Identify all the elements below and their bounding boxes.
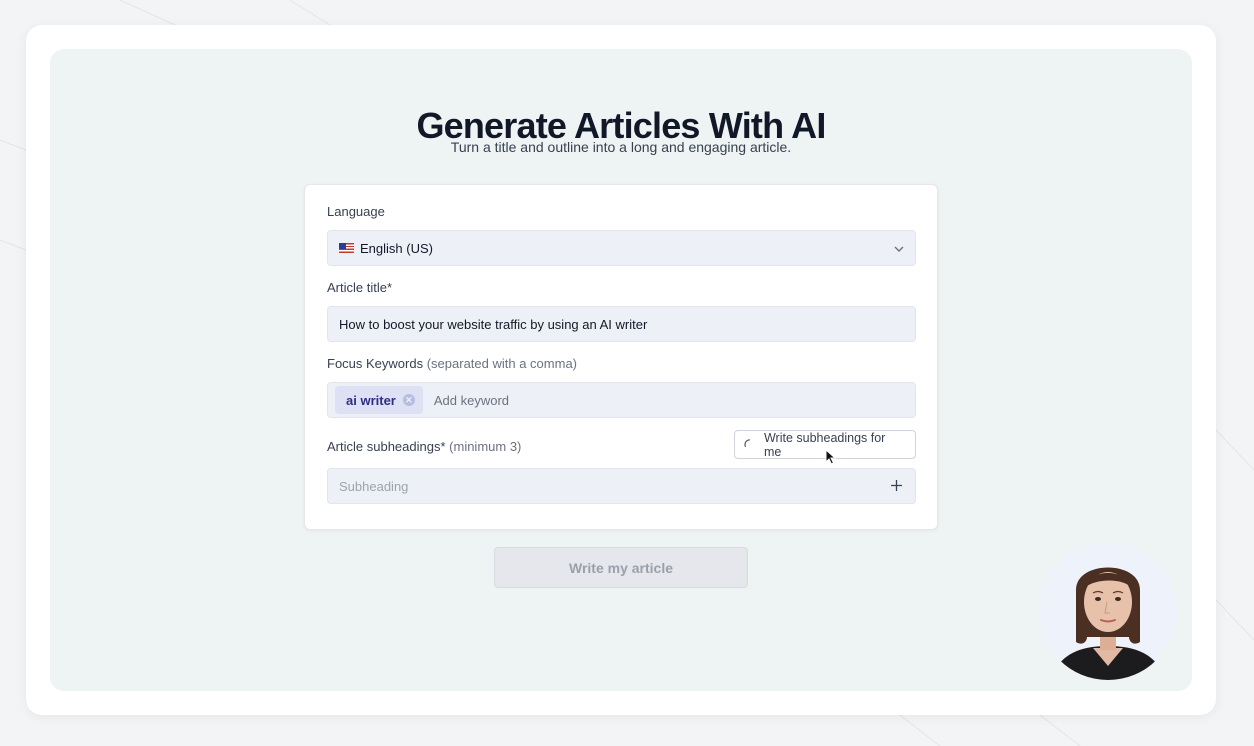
us-flag-icon <box>339 243 354 253</box>
subheadings-label: Article subheadings* (minimum 3) <box>327 439 521 454</box>
focus-keywords-label: Focus Keywords (separated with a comma) <box>327 356 577 371</box>
subheading-placeholder: Subheading <box>339 478 409 494</box>
focus-keywords-hint: (separated with a comma) <box>426 356 577 371</box>
focus-keywords-input[interactable]: ai writer ✕ Add keyword <box>327 382 916 418</box>
article-form: Language English (US) Article title* How… <box>304 184 938 530</box>
keyword-chip-label: ai writer <box>346 392 396 408</box>
subheadings-label-text: Article subheadings* <box>327 439 446 454</box>
language-label: Language <box>327 204 385 219</box>
language-value: English (US) <box>360 240 433 256</box>
generator-panel: Generate Articles With AI Turn a title a… <box>50 49 1192 691</box>
keyword-chip: ai writer ✕ <box>335 386 423 414</box>
mouse-cursor-icon <box>825 449 837 465</box>
article-title-label: Article title* <box>327 280 393 295</box>
article-title-value: How to boost your website traffic by usi… <box>339 316 648 332</box>
subheading-input[interactable]: Subheading <box>327 468 916 504</box>
language-select[interactable]: English (US) <box>327 230 916 266</box>
add-keyword-placeholder[interactable]: Add keyword <box>434 393 509 408</box>
article-title-input[interactable]: How to boost your website traffic by usi… <box>327 306 916 342</box>
chevron-down-icon <box>894 246 904 252</box>
app-card: Generate Articles With AI Turn a title a… <box>26 25 1216 715</box>
subheadings-hint: (minimum 3) <box>449 439 522 454</box>
presenter-avatar <box>1039 542 1177 680</box>
remove-keyword-icon[interactable]: ✕ <box>402 394 415 406</box>
add-subheading-icon[interactable] <box>890 479 903 492</box>
write-article-button[interactable]: Write my article <box>494 547 748 588</box>
page-subtitle: Turn a title and outline into a long and… <box>450 139 792 155</box>
presenter-illustration <box>1039 542 1177 680</box>
focus-keywords-label-text: Focus Keywords <box>327 356 424 371</box>
loading-spinner-icon <box>744 439 751 447</box>
